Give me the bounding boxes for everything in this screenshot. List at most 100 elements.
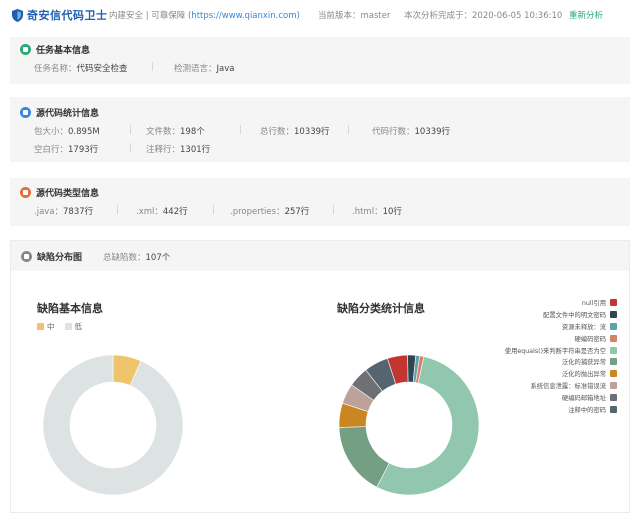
version-value: master bbox=[360, 11, 391, 21]
defect-distribution-panel: 缺陷分布图 总缺陷数：107个 缺陷基本信息 中 低 缺陷分类统计信息 null… bbox=[10, 240, 630, 513]
source-types-header: 源代码类型信息 bbox=[20, 186, 99, 199]
task-language-value: Java bbox=[216, 64, 235, 74]
type-java: .java：7837行 bbox=[34, 205, 93, 217]
divider: | bbox=[129, 125, 132, 135]
logo: 奇安信代码卫士 bbox=[12, 7, 108, 23]
analyzed-value: 2020-06-05 10:36:10 bbox=[472, 11, 563, 21]
legend-item[interactable]: 使用equals()来判断字符串是否为空 bbox=[477, 344, 617, 356]
legend-item[interactable]: 泛化的捕获异常 bbox=[477, 356, 617, 368]
defect-header: 缺陷分布图 总缺陷数：107个 bbox=[11, 241, 629, 271]
source-stats-panel: 源代码统计信息 包大小：0.895M | 文件数：198个 | 总行数：1033… bbox=[10, 97, 630, 162]
stat-label: 空白行： bbox=[34, 145, 69, 155]
category-slice-5[interactable] bbox=[338, 426, 390, 488]
legend-swatch bbox=[610, 322, 617, 330]
divider: | bbox=[151, 62, 154, 72]
stat-code-lines: 代码行数：10339行 bbox=[372, 125, 450, 137]
stat-label: 注释行： bbox=[146, 145, 181, 155]
stat-total-lines: 总行数：10339行 bbox=[260, 125, 330, 137]
legend-swatch bbox=[610, 311, 617, 319]
legend-swatch-medium[interactable] bbox=[37, 323, 44, 330]
type-label: .html： bbox=[352, 207, 383, 217]
stat-value: 1301行 bbox=[180, 145, 211, 155]
task-info-title: 任务基本信息 bbox=[36, 46, 91, 56]
legend-item[interactable]: 注释中的密码 bbox=[477, 403, 617, 415]
donut-chart-basic bbox=[42, 354, 184, 496]
source-types-title: 源代码类型信息 bbox=[36, 189, 100, 199]
type-value: 257行 bbox=[284, 207, 310, 217]
stat-file-count: 文件数：198个 bbox=[146, 125, 205, 137]
version-label: 当前版本： bbox=[318, 11, 361, 21]
logo-text: 奇安信代码卫士 bbox=[27, 9, 108, 22]
legend-item[interactable]: 硬编码邮箱地址 bbox=[477, 391, 617, 403]
defect-total: 总缺陷数：107个 bbox=[103, 251, 170, 263]
type-properties: .properties：257行 bbox=[230, 205, 309, 217]
defect-total-label: 总缺陷数： bbox=[103, 253, 146, 263]
task-info-panel: 任务基本信息 任务名称：代码安全检查 | 检测语言：Java bbox=[10, 37, 630, 84]
divider: | bbox=[332, 205, 335, 215]
shield-icon bbox=[12, 8, 23, 22]
stat-label: 文件数： bbox=[146, 127, 181, 137]
legend-item[interactable]: 资源未释放：流 bbox=[477, 321, 617, 333]
stats-icon bbox=[20, 107, 31, 118]
legend-swatch bbox=[610, 381, 617, 389]
stat-value: 0.895M bbox=[68, 127, 100, 137]
type-value: 442行 bbox=[162, 207, 188, 217]
legend-label: null引用 bbox=[581, 300, 606, 308]
slogan-text: 内建安全 | 可靠保障 bbox=[109, 11, 188, 21]
type-value: 7837行 bbox=[63, 207, 94, 217]
legend-item[interactable]: 配置文件中的明文密码 bbox=[477, 309, 617, 321]
stat-label: 总行数： bbox=[260, 127, 295, 137]
type-value: 10行 bbox=[382, 207, 402, 217]
info-icon bbox=[20, 44, 31, 55]
source-stats-header: 源代码统计信息 bbox=[20, 106, 99, 119]
stat-blank-lines: 空白行：1793行 bbox=[34, 143, 98, 155]
legend-label: 硬编码邮箱地址 bbox=[561, 394, 606, 402]
legend-swatch-low[interactable] bbox=[64, 323, 72, 330]
stat-comment-lines: 注释行：1301行 bbox=[146, 143, 210, 155]
legend-swatch bbox=[610, 334, 617, 342]
divider: | bbox=[239, 125, 242, 135]
legend-label: 使用equals()来判断字符串是否为空 bbox=[504, 347, 606, 355]
legend-item[interactable]: 泛化的抛出异常 bbox=[477, 368, 617, 380]
legend-label-medium: 中 bbox=[47, 322, 55, 331]
legend-label-low: 低 bbox=[74, 322, 83, 331]
type-html: .html：10行 bbox=[352, 205, 402, 217]
task-name: 任务名称：代码安全检查 bbox=[34, 62, 128, 74]
legend-item[interactable]: 硬编码密码 bbox=[477, 332, 617, 344]
legend-item[interactable]: 系统信息泄露：标准错误流 bbox=[477, 380, 617, 392]
donut-chart-category bbox=[338, 354, 480, 496]
divider: | bbox=[347, 125, 350, 135]
stat-value: 198个 bbox=[180, 127, 205, 137]
reanalyze-button[interactable]: 重新分析 bbox=[569, 9, 603, 21]
analysis-time: 本次分析完成于：2020-06-05 10:36:10 bbox=[404, 9, 562, 21]
stat-label: 代码行数： bbox=[372, 127, 415, 137]
divider: | bbox=[116, 205, 119, 215]
source-types-panel: 源代码类型信息 .java：7837行 | .xml：442行 | .prope… bbox=[10, 178, 630, 226]
stat-value: 10339行 bbox=[414, 127, 451, 137]
stat-value: 1793行 bbox=[68, 145, 99, 155]
legend-swatch bbox=[610, 393, 617, 401]
top-bar: 奇安信代码卫士 内建安全 | 可靠保障 (https://www.qianxin… bbox=[0, 0, 640, 28]
defect-title: 缺陷分布图 bbox=[37, 253, 83, 263]
legend-swatch bbox=[610, 370, 617, 378]
task-info-header: 任务基本信息 bbox=[20, 43, 90, 56]
legend-label: 资源未释放：流 bbox=[561, 323, 606, 331]
legend-item[interactable]: null引用 bbox=[477, 297, 617, 309]
legend-label: 泛化的抛出异常 bbox=[561, 371, 606, 379]
type-label: .xml： bbox=[136, 207, 163, 217]
legend-label: 系统信息泄露：标准错误流 bbox=[530, 382, 606, 390]
task-name-value: 代码安全检查 bbox=[76, 64, 128, 74]
legend-basic: 中 低 bbox=[37, 321, 82, 332]
analyzed-label: 本次分析完成于： bbox=[404, 11, 473, 21]
legend-label: 硬编码密码 bbox=[574, 335, 606, 343]
basic-slice-1[interactable] bbox=[42, 354, 184, 496]
company-link[interactable]: (https://www.qianxin.com) bbox=[188, 11, 300, 21]
current-version: 当前版本：master bbox=[318, 9, 391, 21]
legend-label: 泛化的捕获异常 bbox=[561, 359, 606, 367]
defect-total-value: 107个 bbox=[145, 253, 171, 263]
stat-package-size: 包大小：0.895M bbox=[34, 125, 100, 137]
stat-value: 10339行 bbox=[294, 127, 330, 137]
chart-title-category: 缺陷分类统计信息 bbox=[337, 302, 425, 315]
slogan: 内建安全 | 可靠保障 (https://www.qianxin.com) bbox=[109, 9, 300, 21]
chart-icon bbox=[21, 251, 32, 262]
